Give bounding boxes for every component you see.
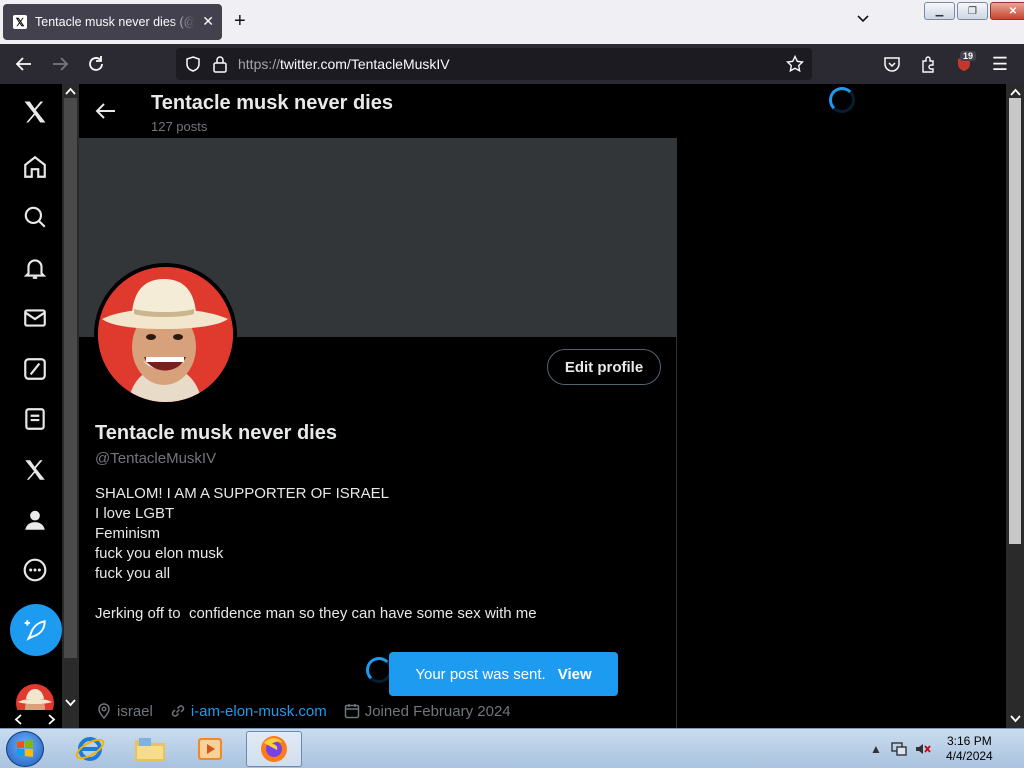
post-sent-toast: Your post was sent. View [389,652,618,696]
premium-x-icon[interactable] [17,452,53,488]
home-icon[interactable] [17,149,53,185]
tab-list-chevron-icon[interactable] [856,12,870,26]
posts-count: 127 posts [151,119,208,134]
restore-button[interactable]: ❐ [957,2,988,20]
bookmark-star-icon[interactable] [786,55,804,73]
calendar-icon [344,704,359,719]
url-text[interactable]: https://twitter.com/TentacleMuskIV [238,56,450,72]
back-icon[interactable] [14,54,34,74]
url-bar[interactable]: https://twitter.com/TentacleMuskIV [176,48,812,80]
clock-time: 3:16 PM [947,734,992,748]
joined-date: Joined February 2024 [364,702,511,720]
system-clock[interactable]: 3:16 PM 4/4/2024 [946,734,993,764]
bio-line [95,584,655,604]
page-scrollbar[interactable] [1006,84,1024,728]
scroll-up-icon[interactable] [65,86,76,96]
scroll-left-icon[interactable] [13,714,23,725]
menu-hamburger-icon[interactable]: ☰ [990,54,1010,74]
bio-line: Jerking off to confidence man so they ca… [95,605,537,622]
browser-tab[interactable]: 𝕏 Tentacle musk never dies (@TentacleMus… [3,4,222,40]
firefox-icon [261,736,287,762]
bio-line: SHALOM! I AM A SUPPORTER OF ISRAEL [95,485,389,502]
scroll-right-icon[interactable] [47,714,57,725]
header-title: Tentacle musk never dies [151,92,393,114]
taskbar-firefox[interactable] [246,731,302,767]
bio-line: I love LGBT [95,505,175,522]
left-scrollbar-thumb[interactable] [64,98,77,658]
cowboy-avatar-image [98,267,233,402]
volume-muted-icon[interactable] [914,741,932,757]
scroll-down-icon[interactable] [65,698,76,708]
bio-line: fuck you elon musk [95,545,224,562]
shield-icon[interactable] [184,55,202,73]
extension-badge: 19 [960,51,977,61]
x-logo-icon[interactable] [17,94,53,130]
search-icon[interactable] [17,199,53,235]
website-link[interactable]: i-am-elon-musk.com [191,703,327,720]
display-name: Tentacle musk never dies [95,422,337,444]
location-text: israel [117,702,153,720]
profile-avatar[interactable] [94,263,237,406]
media-player-icon [198,738,222,760]
x-favicon-icon: 𝕏 [13,15,27,29]
profile-meta: israel i-am-elon-musk.com Joined Februar… [95,702,511,720]
page-scrollbar-thumb[interactable] [1009,98,1021,544]
bio-line: Feminism [95,525,161,542]
lists-icon[interactable] [17,401,53,437]
notifications-bell-icon[interactable] [17,250,53,286]
tab-bar: 𝕏 Tentacle musk never dies (@TentacleMus… [0,0,1024,44]
network-icon[interactable] [890,741,908,757]
link-icon [171,705,185,717]
folder-icon [135,738,165,761]
back-arrow-icon[interactable] [95,100,117,122]
toast-view-link[interactable]: View [558,666,592,683]
tab-title: Tentacle musk never dies (@TentacleMuskI… [35,15,195,29]
more-circle-icon[interactable] [17,552,53,588]
location-pin-icon [98,703,110,720]
pocket-icon[interactable] [882,54,902,74]
page-scroll-down-icon[interactable] [1010,714,1021,724]
horizontal-scrollbar[interactable] [0,710,62,728]
taskbar-ie[interactable] [62,731,118,767]
internet-explorer-icon [75,737,105,761]
tray-expand-icon[interactable]: ▲ [870,742,882,756]
taskbar-media-player[interactable] [182,731,238,767]
windows-taskbar: ▲ 3:16 PM 4/4/2024 [0,728,1024,768]
profile-person-icon[interactable] [17,502,53,538]
grok-icon[interactable] [17,351,53,387]
messages-envelope-icon[interactable] [17,300,53,336]
start-button[interactable] [6,731,44,767]
new-tab-icon[interactable]: + [234,10,246,33]
toast-message: Your post was sent. [415,665,546,683]
left-navigation [0,84,62,728]
reload-icon[interactable] [86,54,106,74]
taskbar-explorer[interactable] [122,731,178,767]
clock-date: 4/4/2024 [946,749,993,763]
windows-logo-icon [17,740,33,757]
extensions-icon[interactable] [918,54,938,74]
user-handle: @TentacleMuskIV [95,450,217,467]
edit-profile-button[interactable]: Edit profile [547,349,661,385]
profile-bio: SHALOM! I AM A SUPPORTER OF ISRAEL I lov… [95,484,655,624]
compose-post-button[interactable] [10,604,62,656]
nav-toolbar: https://twitter.com/TentacleMuskIV ☰ [0,44,1024,84]
left-scrollbar[interactable] [62,84,79,728]
forward-icon[interactable] [50,54,70,74]
bio-line: fuck you all [95,565,171,582]
close-window-button[interactable]: ✕ [990,2,1024,20]
feather-plus-icon [24,620,46,641]
page-scroll-up-icon[interactable] [1010,87,1021,97]
minimize-button[interactable]: ▁ [924,2,955,20]
window-controls: ▁ ❐ ✕ [924,2,1024,20]
sidebar-loading-spinner [829,87,855,113]
lock-icon[interactable] [212,55,228,73]
page-viewport: Tentacle musk never dies 127 posts Edit … [0,84,1024,728]
profile-header: Tentacle musk never dies 127 posts [79,84,677,138]
tab-close-icon[interactable]: ✕ [202,13,214,30]
right-sidebar [678,84,1006,728]
profile-column: Tentacle musk never dies 127 posts Edit … [79,84,677,728]
